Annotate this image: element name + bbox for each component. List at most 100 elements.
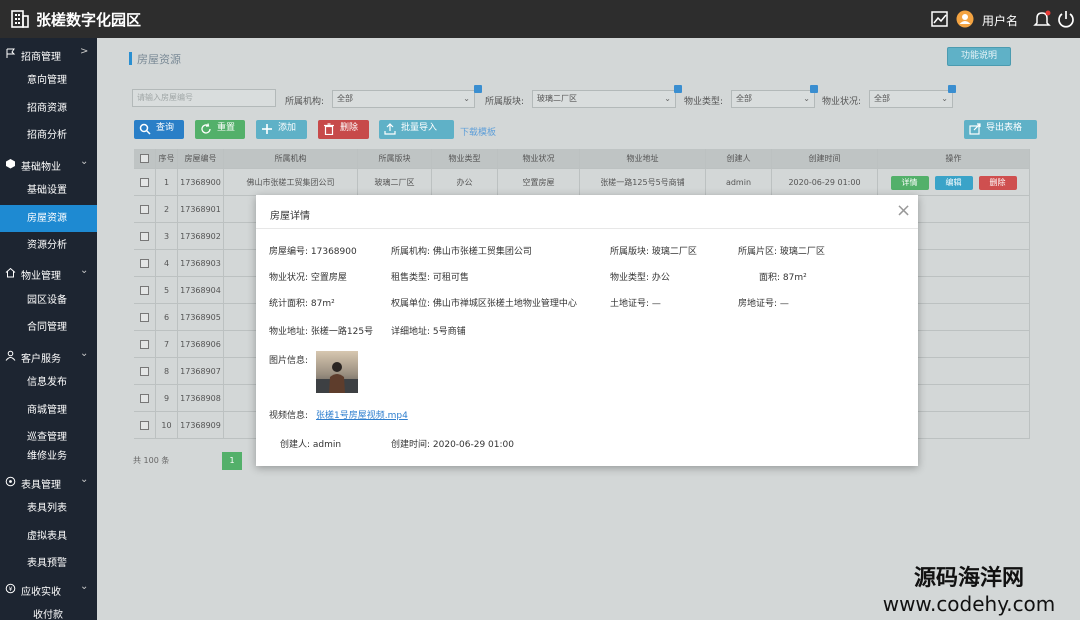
house-number: 17368900 — [178, 169, 224, 196]
sidebar-group-basic-property[interactable]: 基础物业 ⌄ — [0, 150, 97, 177]
select-all-checkbox[interactable] — [134, 149, 156, 169]
modal-title: 房屋详情 — [270, 211, 310, 222]
field-video-label: 视频信息: — [269, 411, 309, 421]
export-button[interactable]: 导出表格 — [964, 120, 1037, 139]
building-logo-icon — [11, 10, 29, 28]
sidebar-item-meter-alert[interactable]: 表具预警 — [0, 550, 97, 577]
sidebar-item-investment-analysis[interactable]: 招商分析 — [0, 122, 97, 149]
row-checkbox[interactable] — [134, 304, 156, 331]
video-link[interactable]: 张槎1号房屋视频.mp4 — [316, 408, 408, 421]
house-number: 17368903 — [178, 250, 224, 277]
reset-button[interactable]: 重置 — [195, 120, 245, 139]
house-detail-modal: 房屋详情 × 房屋编号: 17368900 所属机构: 佛山市张槎工贸集团公司 … — [256, 195, 918, 466]
sidebar-item-repair[interactable]: 维修业务 — [0, 448, 97, 466]
detail-button[interactable]: 详情 — [890, 175, 929, 190]
field-zone: 所属片区: 玻璃二厂区 — [738, 247, 825, 257]
bell-icon[interactable] — [1032, 9, 1052, 29]
sidebar-item-park-equipment[interactable]: 园区设备 — [0, 287, 97, 314]
page-button-current[interactable]: 1 — [222, 452, 242, 470]
row-checkbox[interactable] — [134, 250, 156, 277]
row-checkbox[interactable] — [134, 358, 156, 385]
query-label: 查询 — [156, 123, 175, 133]
row-index: 6 — [156, 304, 178, 331]
sidebar-item-virtual-meter[interactable]: 虚拟表具 — [0, 523, 97, 550]
sidebar-group-property-mgmt[interactable]: 物业管理 ⌄ — [0, 259, 97, 286]
house-number: 17368907 — [178, 358, 224, 385]
sidebar-group-label: 物业管理 — [21, 271, 61, 282]
row-checkbox[interactable] — [134, 277, 156, 304]
header-cell: 物业地址 — [580, 149, 706, 169]
chevron-down-icon: ⌄ — [80, 581, 89, 592]
status-label: 物业状况: — [822, 97, 862, 107]
creator-cell: admin — [706, 169, 772, 196]
house-number: 17368905 — [178, 304, 224, 331]
sidebar-item-meter-list[interactable]: 表具列表 — [0, 495, 97, 522]
field-status: 物业状况: 空置房屋 — [269, 273, 347, 283]
sidebar-item-patrol-mgmt[interactable]: 巡查管理 — [0, 424, 97, 451]
delete-button[interactable]: 删除 — [318, 120, 369, 139]
row-delete-button[interactable]: 删除 — [978, 175, 1017, 190]
house-number: 17368908 — [178, 385, 224, 412]
batch-import-button[interactable]: 批量导入 — [379, 120, 454, 139]
edit-button[interactable]: 编辑 — [934, 175, 973, 190]
house-number: 17368906 — [178, 331, 224, 358]
filter-badge-icon — [810, 85, 818, 93]
row-checkbox[interactable] — [134, 196, 156, 223]
sidebar-item-basic-settings[interactable]: 基础设置 — [0, 177, 97, 204]
row-index: 3 — [156, 223, 178, 250]
address-cell: 张槎一路125号5号商铺 — [580, 169, 706, 196]
row-checkbox[interactable] — [134, 385, 156, 412]
block-select[interactable]: 玻璃二厂区 ⌄ — [532, 90, 676, 108]
help-button[interactable]: 功能说明 — [947, 47, 1011, 66]
modal-divider — [256, 228, 918, 229]
row-checkbox[interactable] — [134, 169, 156, 196]
row-index: 1 — [156, 169, 178, 196]
download-template-link[interactable]: 下载模板 — [460, 125, 496, 138]
field-org: 所属机构: 佛山市张槎工贸集团公司 — [391, 247, 532, 257]
sidebar-group-receivables[interactable]: ¥ 应收实收 ⌄ — [0, 575, 97, 602]
sidebar-item-contract-mgmt[interactable]: 合同管理 — [0, 314, 97, 341]
sidebar-item-mall-mgmt[interactable]: 商城管理 — [0, 397, 97, 424]
sidebar-item-intent[interactable]: 意向管理 — [0, 67, 97, 94]
header-cell: 创建时间 — [772, 149, 878, 169]
query-button[interactable]: 查询 — [134, 120, 184, 139]
add-button[interactable]: 添加 — [256, 120, 307, 139]
close-icon[interactable]: × — [896, 200, 911, 221]
chart-icon[interactable] — [930, 9, 950, 29]
sidebar-item-house-resource[interactable]: 房屋资源 — [0, 205, 97, 232]
house-photo[interactable] — [316, 351, 358, 393]
sidebar-item-resource-analysis[interactable]: 资源分析 — [0, 232, 97, 259]
app-title: 张槎数字化园区 — [36, 11, 142, 29]
sidebar-item-investment-resource[interactable]: 招商资源 — [0, 95, 97, 122]
user-name[interactable]: 用户名 — [982, 12, 1018, 29]
avatar[interactable] — [955, 9, 975, 29]
sidebar-item-info-publish[interactable]: 信息发布 — [0, 369, 97, 396]
table-header: 序号 房屋编号 所属机构 所属版块 物业类型 物业状况 物业地址 创建人 创建时… — [134, 149, 1030, 169]
power-icon[interactable] — [1056, 9, 1076, 29]
status-select[interactable]: 全部 ⌄ — [869, 90, 953, 108]
search-input[interactable]: 请输入房屋编号 — [132, 89, 276, 107]
sidebar-group-label: 招商管理 — [21, 52, 61, 63]
row-index: 4 — [156, 250, 178, 277]
sidebar-group-meter-mgmt[interactable]: 表具管理 ⌄ — [0, 468, 97, 495]
type-select[interactable]: 全部 ⌄ — [731, 90, 815, 108]
row-index: 7 — [156, 331, 178, 358]
org-select[interactable]: 全部 ⌄ — [332, 90, 475, 108]
user-icon — [5, 350, 16, 361]
status-cell: 空置房屋 — [498, 169, 580, 196]
watermark-line2: www.codehy.com — [882, 592, 1056, 616]
sidebar-item-payments[interactable]: 收付款 — [0, 602, 97, 620]
flag-icon — [6, 48, 16, 58]
coin-icon: ¥ — [5, 583, 16, 594]
sidebar-group-customer-service[interactable]: 客户服务 ⌄ — [0, 342, 97, 369]
table-row[interactable]: 1 17368900 佛山市张槎工贸集团公司 玻璃二厂区 办公 空置房屋 张槎一… — [134, 169, 1030, 196]
row-checkbox[interactable] — [134, 331, 156, 358]
header-cell: 所属版块 — [358, 149, 432, 169]
row-checkbox[interactable] — [134, 223, 156, 250]
sidebar-group-investment[interactable]: 招商管理 > — [0, 40, 97, 67]
chevron-right-icon: > — [80, 46, 89, 57]
row-checkbox[interactable] — [134, 412, 156, 439]
chevron-down-icon: ⌄ — [80, 348, 89, 359]
home-icon — [5, 267, 16, 278]
filter-badge-icon — [948, 85, 956, 93]
